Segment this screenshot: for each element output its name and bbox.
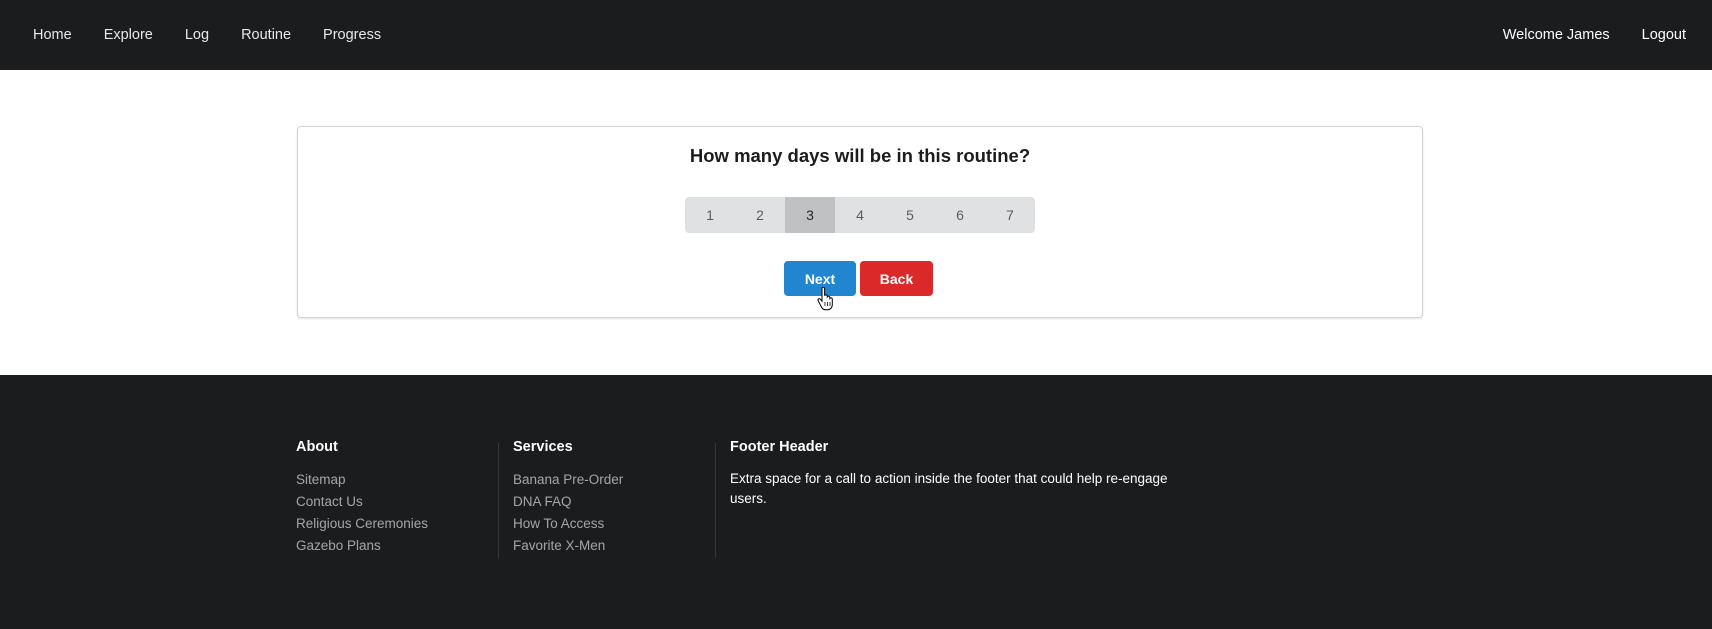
footer-link-sitemap[interactable]: Sitemap [296,469,496,491]
day-option-3-selected[interactable]: 3 [785,197,835,233]
footer-link-religious-ceremonies[interactable]: Religious Ceremonies [296,513,496,535]
nav-log[interactable]: Log [169,0,225,70]
back-button[interactable]: Back [860,261,933,296]
footer-link-gazebo-plans[interactable]: Gazebo Plans [296,535,496,557]
footer-services-title: Services [513,439,573,455]
footer-extra-column: Footer Header Extra space for a call to … [715,439,1200,558]
footer-link-banana-pre-order[interactable]: Banana Pre-Order [513,469,729,491]
day-option-6[interactable]: 6 [935,197,985,233]
day-option-4[interactable]: 4 [835,197,885,233]
logout-link[interactable]: Logout [1626,0,1702,70]
footer-about-title: About [296,439,338,455]
footer-link-contact-us[interactable]: Contact Us [296,491,496,513]
nav-right-group: Welcome James Logout [1487,0,1712,70]
footer-extra-text: Extra space for a call to action inside … [730,471,1168,506]
footer-link-dna-faq[interactable]: DNA FAQ [513,491,729,513]
footer: About Sitemap Contact Us Religious Cerem… [0,375,1712,629]
nav-progress[interactable]: Progress [307,0,397,70]
routine-days-card: How many days will be in this routine? 1… [297,126,1423,318]
nav-explore[interactable]: Explore [88,0,169,70]
routine-days-question: How many days will be in this routine? [689,145,1031,166]
welcome-user[interactable]: Welcome James [1487,0,1626,70]
day-option-5[interactable]: 5 [885,197,935,233]
hand-pointer-icon [817,287,833,311]
day-option-1[interactable]: 1 [685,197,735,233]
nav-home[interactable]: Home [17,0,88,70]
top-navigation: Home Explore Log Routine Progress Welcom… [0,0,1712,70]
day-option-7[interactable]: 7 [985,197,1035,233]
days-selector: 1 2 3 4 5 6 7 [685,197,1035,233]
form-actions: Next Back [784,261,933,296]
day-option-2[interactable]: 2 [735,197,785,233]
footer-link-how-to-access[interactable]: How To Access [513,513,729,535]
footer-services-column: Services Banana Pre-Order DNA FAQ How To… [498,439,729,558]
footer-link-favorite-x-men[interactable]: Favorite X-Men [513,535,729,557]
nav-left-group: Home Explore Log Routine Progress [0,0,397,70]
nav-routine[interactable]: Routine [225,0,307,70]
footer-extra-title: Footer Header [730,439,829,455]
footer-about-column: About Sitemap Contact Us Religious Cerem… [296,439,496,557]
